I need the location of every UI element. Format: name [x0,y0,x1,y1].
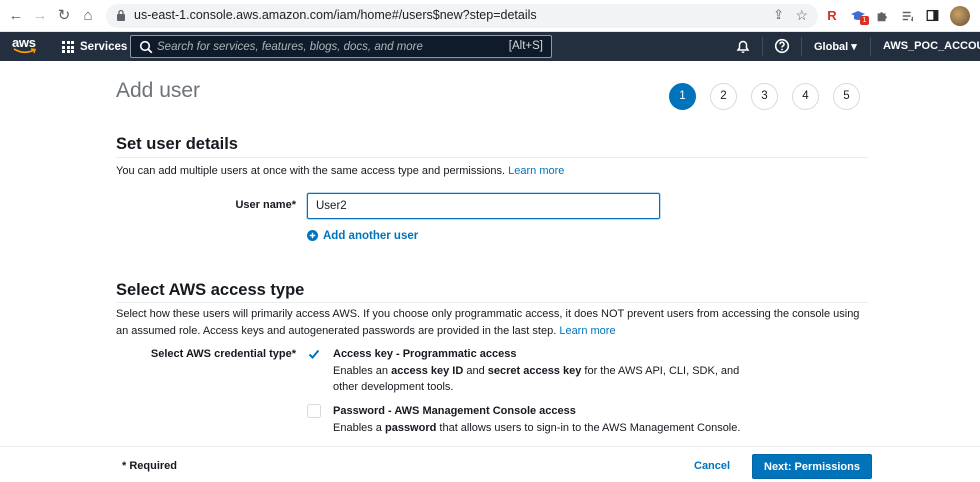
search-input[interactable] [157,38,497,55]
help-icon[interactable] [774,38,790,54]
nav-divider [762,37,763,56]
console-password-option-title: Password - AWS Management Console access [333,405,576,417]
desc-bold: password [384,422,437,434]
console-password-option-description: Enables a password that allows users to … [333,420,793,436]
section-divider [116,157,868,158]
aws-smile-icon [13,48,36,54]
desc-bold: access key ID [391,365,464,377]
region-selector[interactable]: Global ▾ [814,40,857,53]
grid-icon [62,41,74,53]
desc-bold: secret access key [487,365,582,377]
forward-arrow-icon[interactable]: → [30,6,50,26]
reload-icon[interactable]: ↻ [54,6,74,26]
user-details-description-text: You can add multiple users at once with … [116,165,506,177]
access-type-description-line2: an assumed role. Access keys and autogen… [116,325,557,337]
address-bar[interactable]: us-east-1.console.aws.amazon.com/iam/hom… [106,4,818,28]
console-password-checkbox[interactable] [307,404,321,418]
home-icon[interactable]: ⌂ [78,6,98,26]
desc-text: that allows users to sign-in to the AWS … [436,422,741,434]
share-icon[interactable]: ⇪ [773,7,784,23]
learn-more-link[interactable]: Learn more [508,165,564,177]
step-3[interactable]: 3 [751,83,778,110]
desc-text: Enables an [333,365,392,377]
reading-list-icon[interactable] [898,6,918,26]
services-menu-button[interactable]: Services [62,39,127,55]
search-shortcut-hint: [Alt+S] [508,40,543,52]
extension-cap-icon[interactable]: 1 [848,6,869,26]
wizard-footer: * Required Cancel Next: Permissions [0,446,980,482]
extension-badge: 1 [860,16,869,25]
browser-toolbar: ← → ↻ ⌂ us-east-1.console.aws.amazon.com… [0,0,980,32]
next-permissions-button[interactable]: Next: Permissions [752,454,872,479]
notifications-bell-icon[interactable] [735,38,751,54]
search-bar[interactable]: [Alt+S] [130,35,552,58]
username-label: User name* [235,199,296,211]
username-input[interactable] [307,193,660,219]
access-key-option-description: Enables an access key ID and secret acce… [333,363,753,395]
aws-top-navigation: aws Services [Alt+S] Global ▾ AWS_POC_AC… [0,32,980,61]
access-key-option-title: Access key - Programmatic access [333,348,517,360]
extensions-puzzle-icon[interactable] [872,6,892,26]
user-details-section-title: Set user details [116,135,238,153]
page-title: Add user [116,79,201,102]
lock-icon [117,9,125,21]
plus-circle-icon [307,230,318,241]
profile-avatar[interactable] [950,6,970,26]
access-type-description-line1: Select how these users will primarily ac… [116,308,860,320]
user-details-description: You can add multiple users at once with … [116,163,564,180]
extension-r-icon[interactable]: R [822,6,842,26]
step-2[interactable]: 2 [710,83,737,110]
add-another-user-label: Add another user [323,230,419,242]
step-1[interactable]: 1 [669,83,696,110]
section-divider [116,302,868,303]
access-type-section-title: Select AWS access type [116,281,305,299]
services-label: Services [80,41,128,53]
side-panel-icon[interactable] [922,6,942,26]
search-icon [139,40,153,54]
learn-more-link[interactable]: Learn more [559,325,615,337]
cancel-button[interactable]: Cancel [686,456,738,476]
url-text: us-east-1.console.aws.amazon.com/iam/hom… [134,8,537,22]
nav-divider [870,37,871,56]
back-arrow-icon[interactable]: ← [6,6,26,26]
step-5[interactable]: 5 [833,83,860,110]
bookmark-star-icon[interactable]: ☆ [795,7,808,24]
desc-text: Enables a [333,422,385,434]
required-note: * Required [122,460,178,472]
step-4[interactable]: 4 [792,83,819,110]
nav-divider [801,37,802,56]
desc-text: and [463,365,488,377]
credential-type-label: Select AWS credential type* [150,348,296,360]
account-menu[interactable]: AWS_POC_ACCOUNT [883,40,980,52]
aws-logo[interactable]: aws [12,35,38,57]
access-key-checkbox[interactable] [307,347,321,361]
add-another-user-button[interactable]: Add another user [307,229,418,243]
access-type-description: Select how these users will primarily ac… [116,306,876,340]
